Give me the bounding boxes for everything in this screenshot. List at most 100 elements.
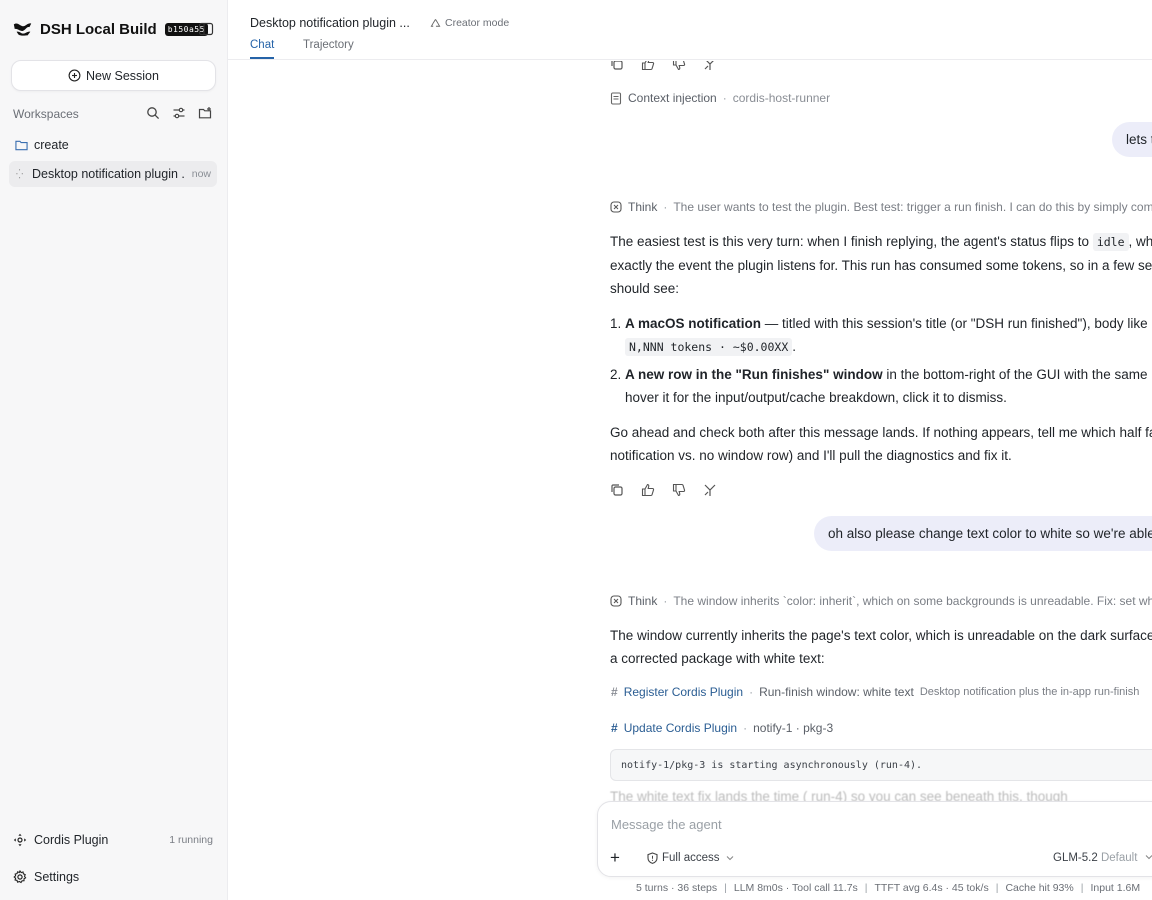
assistant-paragraph: The window currently inherits the page's…	[610, 624, 1152, 670]
user-message-text: oh also please change text color to whit…	[828, 526, 1152, 541]
workspace-folder-create[interactable]: create	[15, 138, 69, 152]
para-text: , whi	[1128, 234, 1152, 249]
message-composer[interactable]: Message the agent + Full access GLM-5.2 …	[597, 801, 1152, 877]
para-text: a corrected package with white text:	[610, 651, 825, 666]
dsh-logo-icon	[13, 23, 32, 36]
message-input-placeholder[interactable]: Message the agent	[611, 817, 722, 832]
list-item-text: — titled with this session's title (or "…	[761, 316, 1148, 331]
hash-icon: #	[611, 721, 618, 735]
new-session-button[interactable]: New Session	[11, 60, 216, 91]
context-injection-row[interactable]: Context injection · cordis-host-runner	[610, 91, 830, 105]
plugin-move-icon	[13, 833, 27, 847]
hash-icon: #	[611, 685, 618, 699]
list-number: 1.	[610, 316, 622, 331]
model-default-label: Default	[1100, 852, 1138, 864]
plugin-status-row[interactable]: Cordis Plugin 1 running	[13, 833, 213, 847]
think-row[interactable]: Think · The window inherits `color: inhe…	[610, 594, 1152, 608]
think-summary: The window inherits `color: inherit`, wh…	[673, 594, 1152, 608]
chevron-down-icon	[726, 856, 733, 861]
list-item: 1. A macOS notification — titled with th…	[610, 312, 1152, 335]
new-folder-icon[interactable]	[198, 106, 212, 120]
folder-name: create	[34, 138, 69, 152]
shield-icon	[647, 852, 658, 864]
inline-code: idle	[1092, 233, 1129, 251]
folder-icon	[15, 140, 28, 151]
list-item-text: .	[792, 339, 797, 354]
run-stats-bar: 5 turns · 36 steps | LLM 8m0s · Tool call …	[636, 882, 1141, 894]
stat-llm: LLM 8m0s · Tool call 11.7s	[733, 882, 858, 894]
branch-icon[interactable]	[703, 483, 717, 497]
list-item-bold: A new row in the "Run finishes" window	[625, 367, 883, 382]
message-actions	[610, 483, 717, 497]
tool-call-row[interactable]: # Register Cordis Plugin · Run-finish wi…	[611, 685, 1139, 699]
list-item-text: in the bottom-right of the GUI with the …	[882, 367, 1152, 382]
tab-chat[interactable]: Chat	[250, 39, 275, 59]
think-label: Think	[628, 200, 658, 214]
chat-transcript: Context injection · cordis-host-runner l…	[228, 61, 1152, 900]
attach-plus-button[interactable]: +	[610, 848, 620, 868]
branch-icon[interactable]	[703, 61, 717, 71]
session-item[interactable]: ⁛ Desktop notification plugin ... now	[9, 161, 217, 187]
para-text: The window currently inherits the page's…	[610, 628, 1152, 643]
brain-icon	[610, 595, 622, 607]
inline-code: N,NNN tokens · ~$0.00XX	[625, 338, 793, 356]
thumbs-up-icon[interactable]	[641, 483, 655, 497]
filter-sliders-icon[interactable]	[172, 106, 186, 120]
plugin-label: Cordis Plugin	[34, 833, 109, 847]
plus-circle-icon	[68, 69, 81, 82]
workspace-tools	[146, 106, 212, 120]
creator-mode-badge[interactable]: Creator mode	[430, 17, 509, 29]
user-message-bubble: lets t	[1112, 122, 1152, 157]
assistant-paragraph: Go ahead and check both after this messa…	[610, 421, 1152, 467]
model-selector[interactable]: GLM-5.2 Default	[1053, 852, 1152, 864]
chevron-down-icon	[1145, 855, 1152, 860]
para-text: should see:	[610, 281, 680, 296]
sidebar-toggle-icon[interactable]	[198, 21, 214, 37]
tool-name-link[interactable]: Register Cordis Plugin	[624, 685, 743, 699]
creator-mode-label: Creator mode	[445, 17, 510, 29]
document-icon	[610, 91, 622, 105]
page-title: Desktop notification plugin ...	[250, 16, 410, 30]
list-item: 2. A new row in the "Run finishes" windo…	[610, 363, 1152, 386]
stat-ttft: TTFT avg 6.4s · 45 tok/s	[874, 882, 989, 894]
tool-output-block: notify-1/pkg-3 is starting asynchronousl…	[610, 749, 1152, 781]
context-source: cordis-host-runner	[732, 91, 831, 105]
context-label: Context injection	[628, 91, 717, 105]
settings-button[interactable]: Settings	[13, 870, 79, 884]
plugin-running-count: 1 running	[169, 834, 213, 846]
new-session-label: New Session	[86, 68, 159, 83]
para-text: exactly the event the plugin listens for…	[610, 258, 1152, 273]
think-summary: The user wants to test the plugin. Best …	[673, 200, 1152, 214]
think-row[interactable]: Think · The user wants to test the plugi…	[610, 200, 1152, 214]
stat-turns: 5 turns · 36 steps	[636, 882, 718, 894]
access-level-dropdown[interactable]: Full access	[647, 852, 739, 864]
list-item-cont: hover it for the input/output/cache brea…	[625, 390, 1007, 405]
thumbs-down-icon[interactable]	[672, 61, 686, 71]
copy-icon[interactable]	[610, 61, 624, 71]
think-label: Think	[628, 594, 658, 608]
thumbs-up-icon[interactable]	[641, 61, 655, 71]
copy-icon[interactable]	[610, 483, 624, 497]
tool-name-link[interactable]: Update Cordis Plugin	[624, 721, 737, 735]
tool-detail: notify-1 · pkg-3	[753, 721, 834, 735]
thumbs-down-icon[interactable]	[672, 483, 686, 497]
tool-call-row[interactable]: # Update Cordis Plugin · notify-1 · pkg-…	[611, 721, 833, 735]
access-label: Full access	[662, 852, 720, 864]
para-text: Go ahead and check both after this messa…	[610, 425, 1152, 440]
tool-note: Desktop notification plus the in-app run…	[919, 686, 1140, 698]
list-item-cont: N,NNN tokens · ~$0.00XX.	[610, 335, 1152, 359]
sidebar: DSH Local Build b150a55 New Session Work…	[0, 0, 228, 900]
list-number: 2.	[610, 367, 622, 382]
workspaces-heading: Workspaces	[13, 107, 79, 121]
app-name: DSH Local Build	[40, 20, 157, 38]
user-message-text: lets t	[1126, 132, 1152, 147]
loading-spinner-icon: ⁛	[16, 168, 24, 179]
stat-input: Input 1.6M	[1090, 882, 1141, 894]
user-message-bubble: oh also please change text color to whit…	[814, 516, 1152, 551]
chat-header: Desktop notification plugin ... Creator …	[228, 0, 1152, 60]
stat-cache: Cache hit 93%	[1005, 882, 1074, 894]
tab-trajectory[interactable]: Trajectory	[303, 39, 354, 57]
search-icon[interactable]	[146, 106, 160, 120]
para-text: notification vs. no window row) and I'll…	[610, 448, 1012, 463]
tool-detail: Run-finish window: white text	[759, 685, 914, 699]
